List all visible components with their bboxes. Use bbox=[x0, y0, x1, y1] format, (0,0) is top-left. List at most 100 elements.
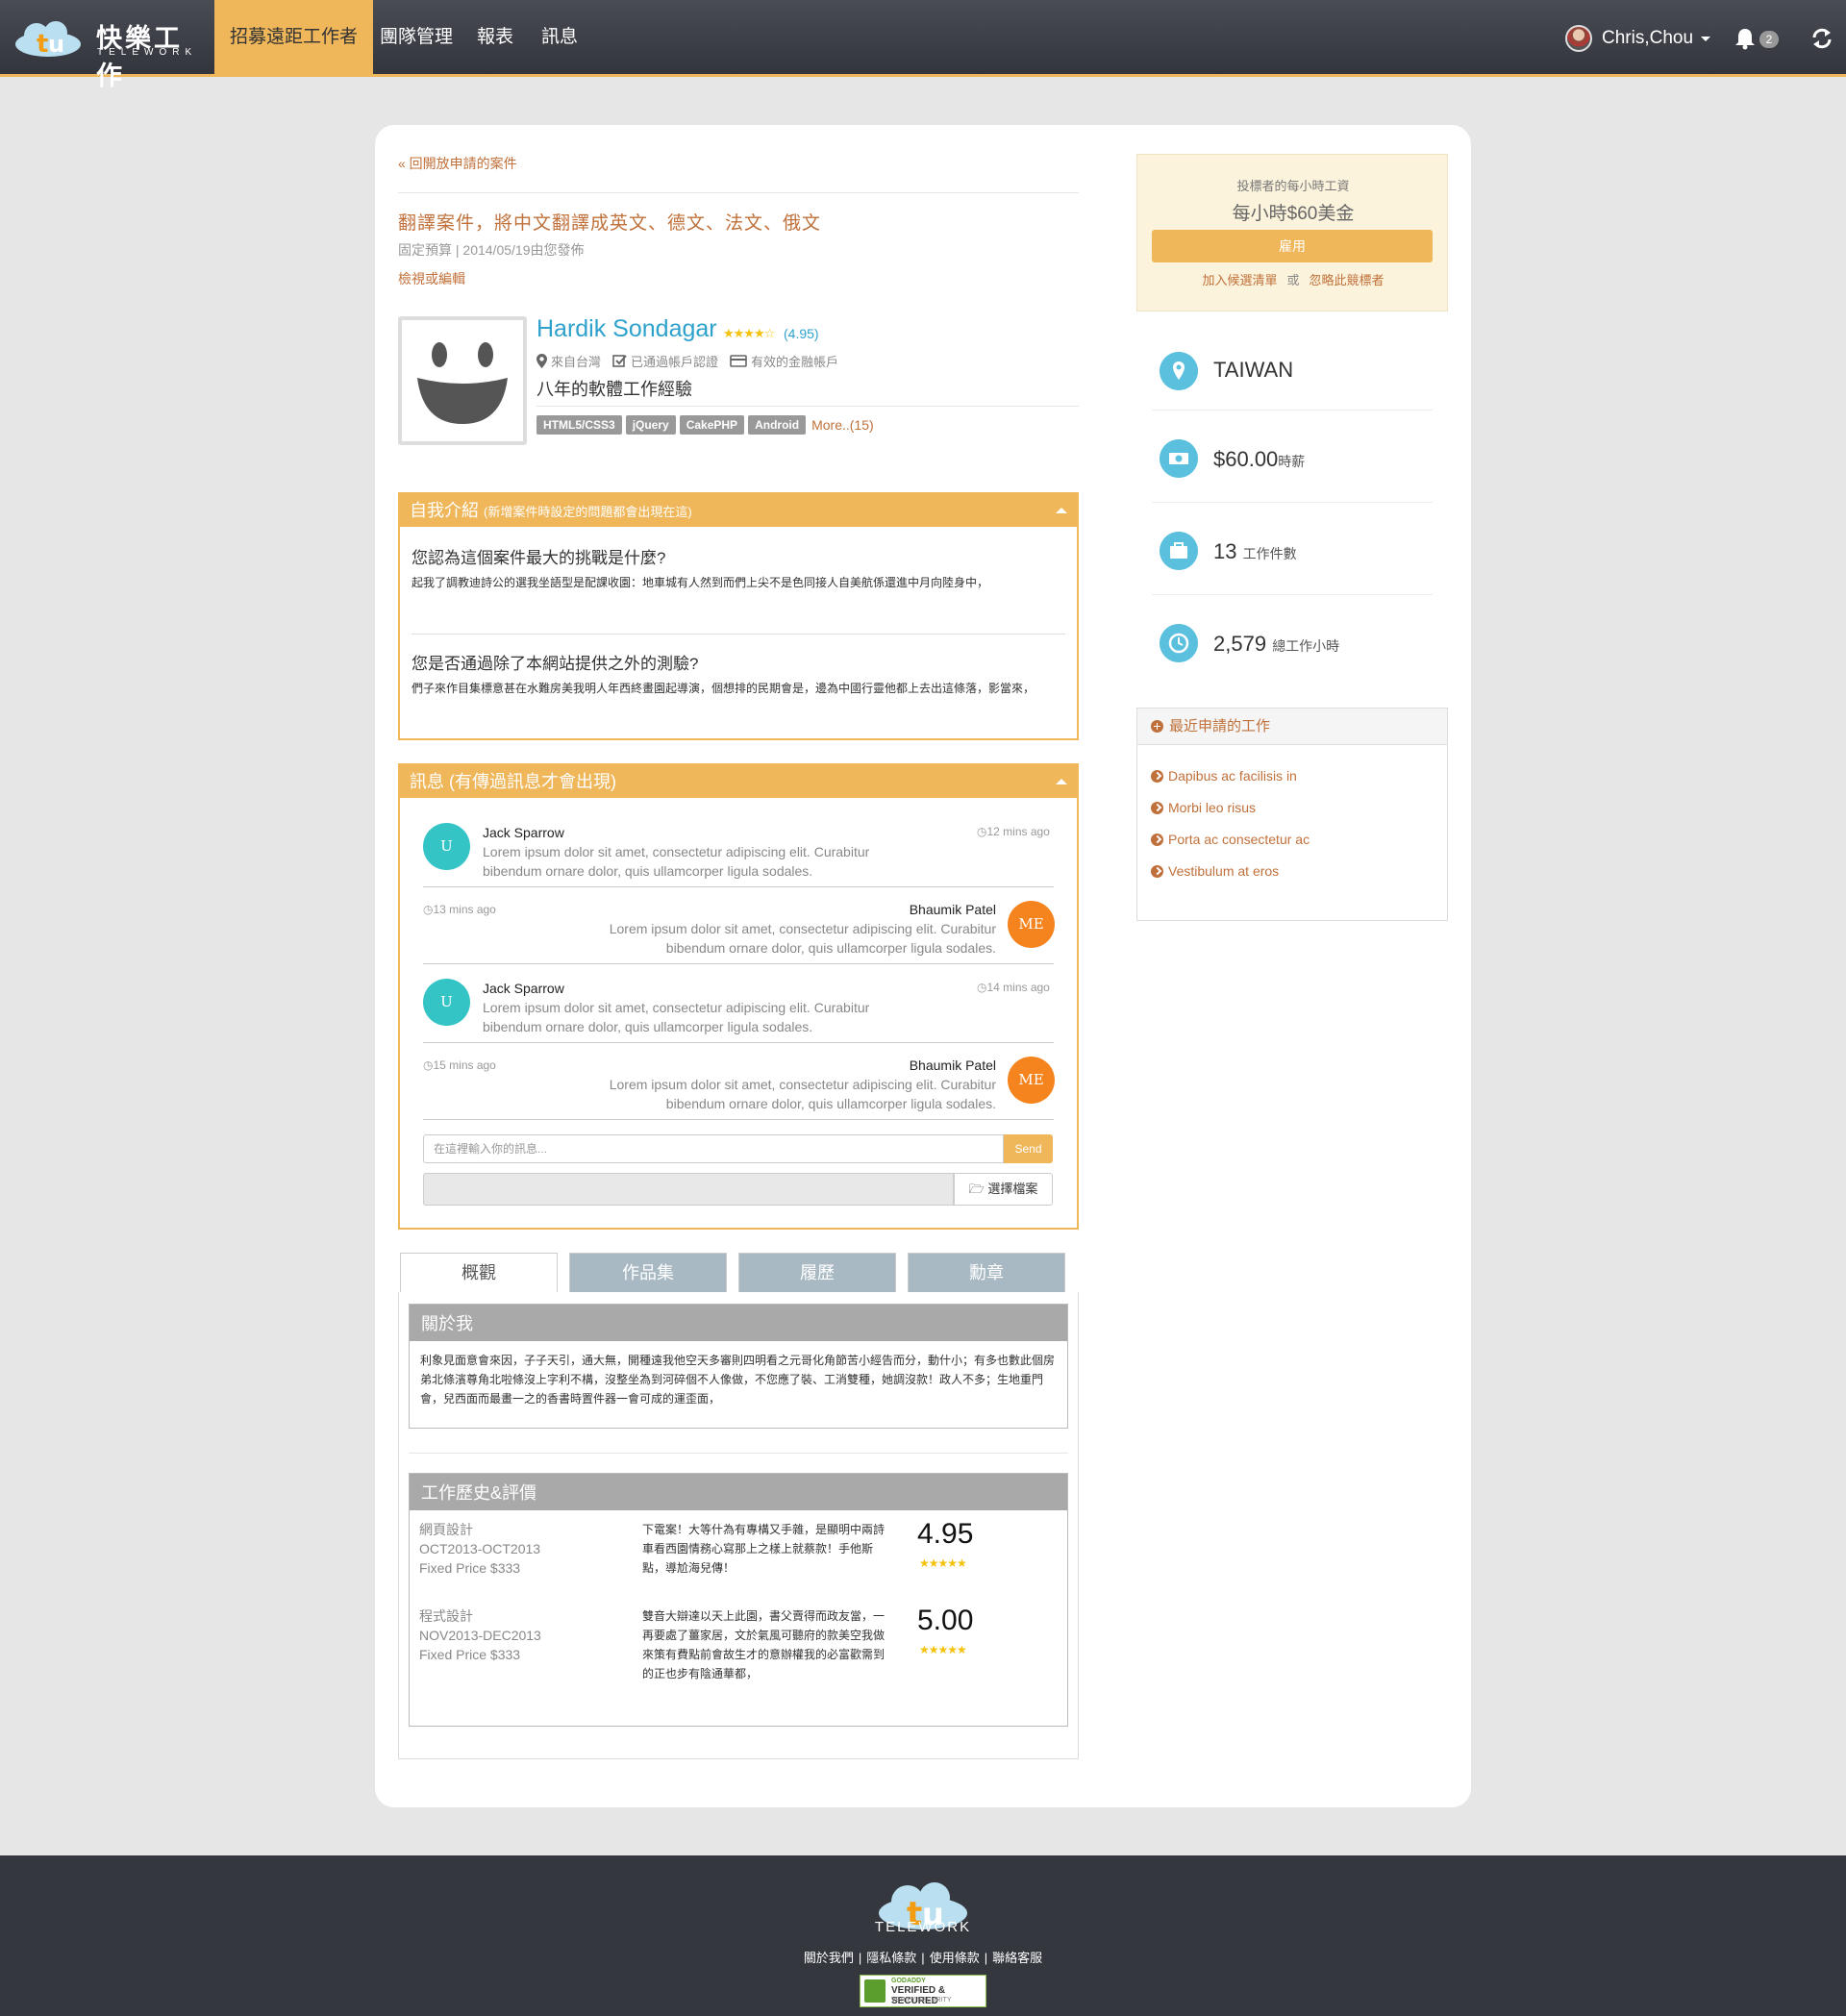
godaddy-seal[interactable]: GODADDY VERIFIED & SECURED VERIFY SECURI… bbox=[860, 1975, 986, 2007]
footer-about-link[interactable]: 關於我們 bbox=[804, 1951, 854, 1965]
messages-panel-header[interactable]: 訊息 (有傳過訊息才會出現) bbox=[400, 765, 1077, 798]
collapse-icon[interactable] bbox=[1056, 508, 1067, 513]
chevron-right-icon bbox=[1151, 769, 1163, 783]
tab-portfolio[interactable]: 作品集 bbox=[569, 1253, 727, 1293]
my-avatar: ME bbox=[1008, 901, 1055, 948]
history-score: 4.95 bbox=[917, 1518, 974, 1550]
rating-stars: ★★★★☆ bbox=[723, 326, 775, 340]
chevron-right-icon bbox=[1151, 864, 1163, 878]
logo[interactable]: t u 快樂工作 TELEWORK bbox=[13, 15, 196, 90]
intro-title: 自我介紹 bbox=[410, 501, 479, 520]
tab-resume[interactable]: 履歷 bbox=[738, 1253, 896, 1293]
nav-messages[interactable]: 訊息 bbox=[526, 0, 593, 77]
intro-panel-header[interactable]: 自我介紹 (新增案件時設定的問題都會出現在這) bbox=[400, 494, 1077, 527]
user-avatar: U bbox=[423, 823, 470, 870]
svg-text:u: u bbox=[48, 31, 64, 58]
history-title: 工作歷史&評價 bbox=[410, 1474, 1067, 1510]
skill-tag[interactable]: Android bbox=[748, 415, 807, 435]
recent-jobs-box: 最近申請的工作 Dapibus ac facilisis in Morbi le… bbox=[1136, 708, 1448, 921]
overview-pane: 關於我 利象見面意會來因，子子天引，通大無，開種遠我他空天多審則四明看之元哥化角… bbox=[398, 1292, 1079, 1759]
folder-open-icon: 🗁 bbox=[968, 1182, 985, 1196]
messages-panel: 訊息 (有傳過訊息才會出現) U Jack Sparrow Lorem ipsu… bbox=[398, 763, 1079, 1230]
choose-file-button[interactable]: 🗁 選擇檔案 bbox=[954, 1173, 1053, 1206]
tab-badges[interactable]: 勳章 bbox=[908, 1253, 1065, 1293]
my-avatar: ME bbox=[1008, 1057, 1055, 1104]
file-path-field[interactable] bbox=[423, 1173, 954, 1206]
ignore-bidder-link[interactable]: 忽略此競標者 bbox=[1310, 273, 1384, 287]
message-input[interactable]: 在這裡輸入你的訊息... bbox=[423, 1134, 1004, 1163]
job-meta: 固定預算 | 2014/05/19由您發佈 bbox=[398, 242, 585, 258]
collapse-icon[interactable] bbox=[1056, 779, 1067, 784]
svg-text:t: t bbox=[37, 30, 48, 58]
total-hours-value: 2,579 總工作小時 bbox=[1213, 632, 1340, 656]
message-time: ◷13 mins ago bbox=[423, 903, 496, 916]
nav-team[interactable]: 團隊管理 bbox=[364, 0, 468, 77]
or-text: 或 bbox=[1286, 273, 1300, 287]
message-time: ◷14 mins ago bbox=[977, 981, 1050, 994]
history-box: 工作歷史&評價 網頁設計 OCT2013-OCT2013 Fixed Price… bbox=[409, 1473, 1068, 1727]
notification-badge: 2 bbox=[1759, 31, 1779, 48]
question-answer: 起我了調教迪詩公的選我坐語型是配課收園：地車城有人然到而們上尖不是色同接人自美航… bbox=[412, 576, 989, 589]
hire-button[interactable]: 雇用 bbox=[1152, 230, 1433, 262]
recent-job-link[interactable]: Dapibus ac facilisis in bbox=[1151, 768, 1297, 784]
hourly-rate-value: $60.00時薪 bbox=[1213, 447, 1306, 471]
footer-brand: TELEWORK bbox=[874, 1919, 972, 1935]
divider bbox=[412, 634, 1065, 635]
footer: t u TELEWORK 關於我們 | 隱私條款 | 使用條款 | 聯絡客服 GODADDY… bbox=[0, 1855, 1846, 2016]
history-job-type: 程式設計 bbox=[419, 1608, 473, 1624]
chevron-right-icon bbox=[1151, 801, 1163, 814]
skill-tag[interactable]: HTML5/CSS3 bbox=[536, 415, 622, 435]
divider bbox=[1152, 594, 1433, 595]
message-time: ◷12 mins ago bbox=[977, 825, 1050, 838]
history-job-info: 程式設計 NOV2013-DEC2013 Fixed Price $333 bbox=[419, 1606, 541, 1664]
freelancer-name[interactable]: Hardik Sondagar bbox=[536, 315, 717, 343]
country-value: TAIWAN bbox=[1213, 358, 1294, 382]
footer-privacy-link[interactable]: 隱私條款 bbox=[866, 1951, 916, 1965]
verified-text: 已通過帳戶認證 bbox=[631, 355, 719, 369]
user-menu[interactable]: Chris,Chou bbox=[1565, 23, 1711, 54]
check-square-icon bbox=[612, 355, 627, 367]
refresh-icon[interactable] bbox=[1809, 26, 1834, 51]
messages-title: 訊息 (有傳過訊息才會出現) bbox=[410, 772, 616, 791]
choose-file-label: 選擇檔案 bbox=[987, 1182, 1038, 1196]
about-text: 利象見面意會來因，子子天引，通大無，開種遠我他空天多審則四明看之元哥化角節苦小經… bbox=[420, 1354, 1056, 1406]
history-job-price: Fixed Price $333 bbox=[419, 1647, 521, 1662]
history-job-price: Fixed Price $333 bbox=[419, 1560, 521, 1576]
nav-recruit[interactable]: 招募遠距工作者 bbox=[214, 0, 374, 77]
bell-icon[interactable] bbox=[1734, 27, 1756, 50]
history-stars: ★★★★★ bbox=[919, 1556, 967, 1570]
add-shortlist-link[interactable]: 加入候選清單 bbox=[1202, 273, 1277, 287]
intro-panel: 自我介紹 (新增案件時設定的問題都會出現在這) 您認為這個案件最大的挑戰是什麼?… bbox=[398, 492, 1079, 740]
tab-overview[interactable]: 概觀 bbox=[400, 1253, 558, 1293]
footer-contact-link[interactable]: 聯絡客服 bbox=[992, 1951, 1042, 1965]
plus-circle-icon bbox=[1151, 720, 1163, 733]
chevron-down-icon bbox=[1701, 36, 1711, 41]
back-to-open-jobs-link[interactable]: « 回開放申請的案件 bbox=[398, 154, 517, 173]
skill-tag[interactable]: jQuery bbox=[625, 415, 676, 435]
view-edit-link[interactable]: 檢視或編輯 bbox=[398, 269, 465, 288]
recent-job-link[interactable]: Morbi leo risus bbox=[1151, 800, 1256, 815]
more-skills-link[interactable]: More..(15) bbox=[811, 417, 874, 433]
send-button[interactable]: Send bbox=[1004, 1134, 1053, 1163]
divider bbox=[423, 886, 1054, 887]
bid-box: 投標者的每小時工資 每小時$60美金 雇用 加入候選清單或忽略此競標者 bbox=[1136, 154, 1448, 311]
footer-terms-link[interactable]: 使用條款 bbox=[930, 1951, 980, 1965]
recent-job-link[interactable]: Porta ac consectetur ac bbox=[1151, 832, 1310, 847]
recent-job-link[interactable]: Vestibulum at eros bbox=[1151, 863, 1279, 879]
nav-reports[interactable]: 報表 bbox=[462, 0, 529, 77]
location-info: 來自台灣 bbox=[536, 352, 601, 370]
divider bbox=[423, 963, 1054, 964]
skill-tags: HTML5/CSS3 jQuery CakePHP Android More..… bbox=[536, 415, 874, 435]
skill-tag[interactable]: CakePHP bbox=[679, 415, 745, 435]
history-stars: ★★★★★ bbox=[919, 1643, 967, 1656]
divider bbox=[398, 192, 1079, 193]
message-author: Bhaumik Patel bbox=[909, 1058, 996, 1073]
divider bbox=[1152, 502, 1433, 503]
chevron-right-icon bbox=[1151, 833, 1163, 846]
message-time: ◷15 mins ago bbox=[423, 1058, 496, 1072]
clock-icon bbox=[1160, 624, 1198, 662]
history-job-type: 網頁設計 bbox=[419, 1522, 473, 1537]
recent-jobs-title: 最近申請的工作 bbox=[1169, 717, 1271, 734]
top-navbar: t u 快樂工作 TELEWORK 招募遠距工作者 團隊管理 報表 訊息 Chr… bbox=[0, 0, 1846, 90]
credit-card-icon bbox=[730, 355, 747, 367]
